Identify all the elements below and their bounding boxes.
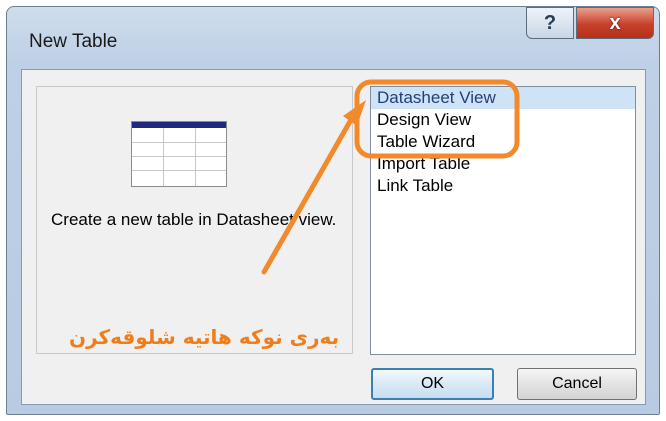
list-item-datasheet-view[interactable]: Datasheet View: [371, 87, 635, 109]
view-description: Create a new table in Datasheet view.: [51, 210, 337, 229]
window-title: New Table: [29, 31, 118, 52]
table-icon: [131, 121, 227, 187]
dialog-window: New Table ? x Create a new table in Data…: [6, 6, 660, 415]
cancel-button[interactable]: Cancel: [517, 368, 637, 400]
list-item-table-wizard[interactable]: Table Wizard: [371, 131, 635, 153]
help-icon: ?: [543, 11, 557, 34]
close-button[interactable]: x: [576, 7, 654, 39]
ok-button[interactable]: OK: [371, 368, 494, 400]
list-item-import-table[interactable]: Import Table: [371, 153, 635, 175]
list-item-link-table[interactable]: Link Table: [371, 175, 635, 197]
close-icon: x: [609, 11, 621, 34]
dialog-body: Create a new table in Datasheet view. بە…: [21, 69, 646, 405]
list-item-design-view[interactable]: Design View: [371, 109, 635, 131]
help-button[interactable]: ?: [526, 7, 574, 39]
view-list[interactable]: Datasheet View Design View Table Wizard …: [370, 86, 636, 355]
preview-panel: Create a new table in Datasheet view. بە…: [36, 86, 353, 354]
annotation-note: بەری نوکە هاتیە شلوقەکرن: [69, 325, 340, 349]
